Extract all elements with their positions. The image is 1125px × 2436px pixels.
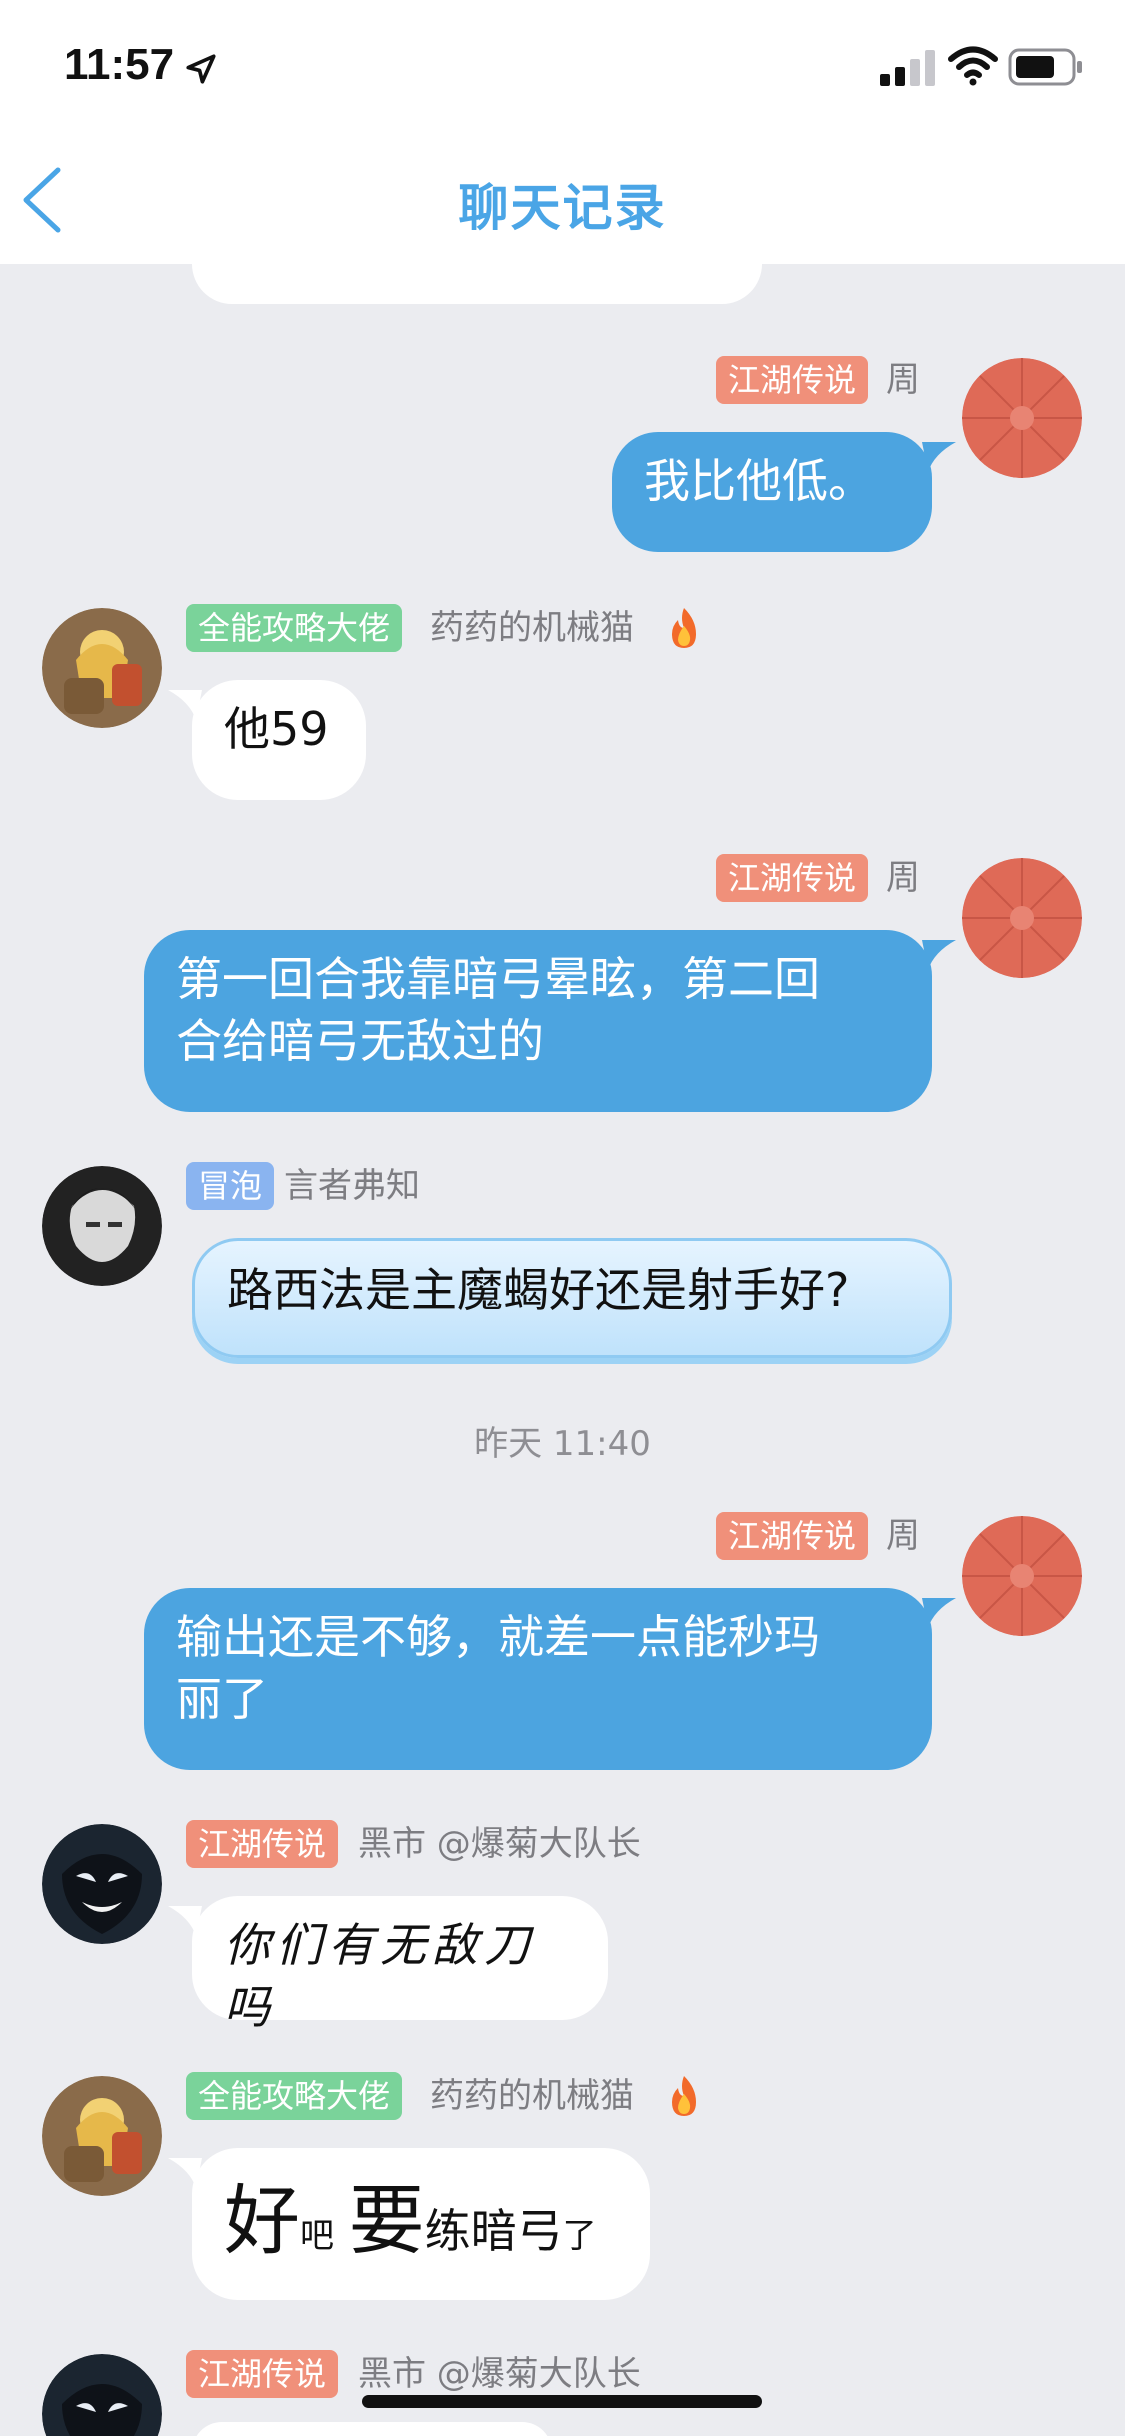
battery-icon — [1008, 48, 1082, 86]
message-bubble[interactable]: 他59 — [168, 680, 366, 800]
username[interactable]: 黑市 @爆菊大队长 — [358, 2350, 641, 2398]
avatar[interactable] — [42, 608, 162, 728]
page-title: 聊天记录 — [458, 179, 667, 237]
fire-icon — [672, 2076, 696, 2116]
timestamp: 昨天 11:40 — [474, 1424, 651, 1464]
message-text-part: 好 — [224, 2176, 300, 2265]
message-text-line: 第一回合我靠暗弓晕眩，第二回 — [176, 952, 820, 1006]
user-tag: 冒泡 — [186, 1162, 275, 1210]
bubble-tail — [168, 690, 202, 720]
user-tag: 江湖传说 — [716, 356, 869, 404]
username[interactable]: 周 — [886, 854, 920, 902]
avatar[interactable] — [42, 1166, 162, 1286]
wifi-icon — [948, 46, 998, 86]
message-text: 我比他低。 — [644, 454, 874, 508]
fire-icon — [672, 608, 696, 648]
bubble-tail — [922, 442, 956, 472]
message-bubble[interactable] — [192, 264, 762, 304]
message-text: 你们有无敌刀吗 — [224, 1918, 536, 2034]
avatar[interactable] — [962, 358, 1082, 478]
message-text-part: 要 — [348, 2176, 425, 2265]
home-indicator[interactable] — [362, 2395, 762, 2408]
nav-bar: 聊天记录 — [0, 132, 1125, 264]
user-tag: 江湖传说 — [716, 854, 869, 902]
message-text-part: 了 — [562, 2216, 597, 2256]
user-tag: 江湖传说 — [716, 1512, 869, 1560]
message-text-line: 丽了 — [176, 1672, 268, 1726]
message-text-part: 练暗弓 — [424, 2204, 563, 2258]
message-text-line: 输出还是不够，就差一点能秒玛 — [176, 1610, 820, 1664]
bubble-tail — [922, 940, 956, 970]
username[interactable]: 周 — [886, 356, 920, 404]
status-time: 11:57 — [64, 40, 175, 89]
message-bubble[interactable]: 你们有无敌刀吗 — [168, 1896, 608, 2034]
user-tag: 全能攻略大佬 — [186, 604, 403, 652]
message-text-part: 吧 — [300, 2216, 334, 2256]
chat-history[interactable]: 江湖传说 周 我比他低。 全能攻略大佬 药药的机械猫 他59 江湖传说 周 第一… — [0, 264, 1125, 2436]
username[interactable]: 药药的机械猫 — [430, 604, 634, 652]
user-tag: 江湖传说 — [186, 1820, 339, 1868]
message-text: 路西法是主魔蝎好还是射手好? — [227, 1263, 850, 1317]
bubble-tail — [922, 1598, 956, 1628]
avatar[interactable] — [42, 2076, 162, 2196]
avatar[interactable] — [962, 858, 1082, 978]
message-bubble[interactable]: 第一回合我靠暗弓晕眩，第二回 合给暗弓无敌过的 — [144, 930, 956, 1112]
message-text-line: 合给暗弓无敌过的 — [176, 1014, 544, 1068]
username[interactable]: 药药的机械猫 — [430, 2072, 634, 2120]
bubble-tail — [168, 1906, 202, 1936]
message-bubble[interactable]: 路西法是主魔蝎好还是射手好? — [192, 1238, 952, 1358]
message-bubble[interactable]: 我比他低。 — [612, 432, 956, 552]
avatar[interactable] — [42, 2354, 162, 2436]
username[interactable]: 黑市 @爆菊大队长 — [358, 1820, 641, 1868]
bubble-tail — [168, 2158, 202, 2188]
message-bubble[interactable] — [192, 2422, 552, 2436]
message-bubble[interactable]: 好吧 要练暗弓了 — [168, 2148, 650, 2300]
status-bar: 11:57 — [0, 0, 1125, 132]
message-text: 他59 — [224, 702, 329, 756]
user-tag: 江湖传说 — [186, 2350, 339, 2398]
avatar[interactable] — [42, 1824, 162, 1944]
username[interactable]: 言者弗知 — [284, 1162, 420, 1210]
cellular-signal-icon — [880, 50, 935, 86]
location-arrow-icon — [186, 54, 216, 84]
avatar[interactable] — [962, 1516, 1082, 1636]
user-tag: 全能攻略大佬 — [186, 2072, 403, 2120]
message-bubble[interactable]: 输出还是不够，就差一点能秒玛 丽了 — [144, 1588, 956, 1770]
username[interactable]: 周 — [886, 1512, 920, 1560]
